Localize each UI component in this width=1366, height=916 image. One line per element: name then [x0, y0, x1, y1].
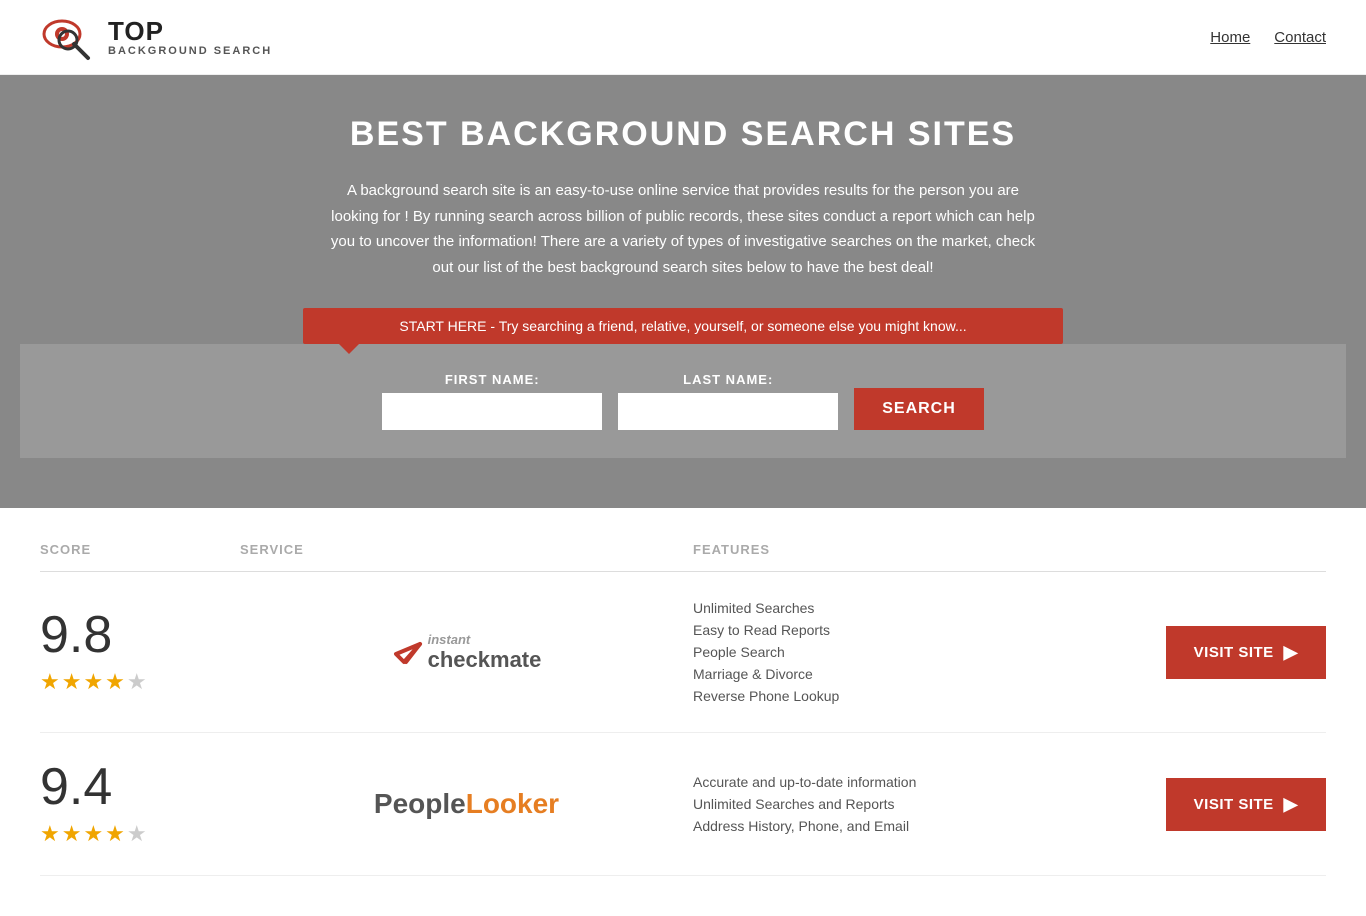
feature-item: Address History, Phone, and Email — [693, 818, 1146, 834]
feature-item: Unlimited Searches — [693, 600, 1146, 616]
nav-contact[interactable]: Contact — [1274, 29, 1326, 46]
nav-home[interactable]: Home — [1210, 29, 1250, 46]
stars-1: ★★★★★ — [40, 669, 149, 695]
checkmate-icon — [392, 636, 424, 668]
visit-col-1: VISIT SITE ▶ — [1146, 626, 1326, 679]
search-form-area: FIRST NAME: LAST NAME: SEARCH — [20, 344, 1346, 458]
site-header: TOP BACKGROUND SEARCH Home Contact — [0, 0, 1366, 75]
logo-top-text: TOP — [108, 17, 272, 46]
feature-item: Reverse Phone Lookup — [693, 688, 1146, 704]
people-text: People — [374, 788, 466, 819]
instant-text: instant — [428, 632, 542, 647]
service-col-1: instant checkmate — [240, 632, 693, 673]
table-row: 9.4 ★★★★★ PeopleLooker Accurate and up-t… — [40, 733, 1326, 876]
feature-item: Marriage & Divorce — [693, 666, 1146, 682]
features-col-1: Unlimited Searches Easy to Read Reports … — [693, 600, 1146, 704]
score-number-2: 9.4 — [40, 761, 112, 813]
feature-item: People Search — [693, 644, 1146, 660]
score-col-2: 9.4 ★★★★★ — [40, 761, 240, 847]
logo-icon — [40, 12, 100, 62]
search-button[interactable]: SEARCH — [854, 388, 984, 430]
visit-site-button-2[interactable]: VISIT SITE ▶ — [1166, 778, 1326, 831]
features-col-2: Accurate and up-to-date information Unli… — [693, 774, 1146, 834]
col-action — [1146, 542, 1326, 557]
last-name-label: LAST NAME: — [618, 372, 838, 387]
service-col-2: PeopleLooker — [240, 788, 693, 820]
visit-label-1: VISIT SITE — [1194, 644, 1274, 661]
logo-text: TOP BACKGROUND SEARCH — [108, 17, 272, 58]
logo: TOP BACKGROUND SEARCH — [40, 12, 272, 62]
peoplelooker-logo: PeopleLooker — [374, 788, 559, 820]
logo-bottom-text: BACKGROUND SEARCH — [108, 45, 272, 57]
stars-2: ★★★★★ — [40, 821, 149, 847]
col-service: SERVICE — [240, 542, 693, 557]
visit-site-button-1[interactable]: VISIT SITE ▶ — [1166, 626, 1326, 679]
score-col-1: 9.8 ★★★★★ — [40, 609, 240, 695]
table-row: 9.8 ★★★★★ instant checkmate — [40, 572, 1326, 733]
feature-item: Unlimited Searches and Reports — [693, 796, 1146, 812]
first-name-group: FIRST NAME: — [382, 372, 602, 430]
results-table: SCORE SERVICE FEATURES 9.8 ★★★★★ instant — [0, 528, 1366, 916]
search-banner: START HERE - Try searching a friend, rel… — [303, 308, 1063, 344]
feature-item: Easy to Read Reports — [693, 622, 1146, 638]
banner-text: START HERE - Try searching a friend, rel… — [399, 318, 966, 334]
checkmate-name: instant checkmate — [428, 632, 542, 673]
checkmate-logo: instant checkmate — [392, 632, 542, 673]
first-name-label: FIRST NAME: — [382, 372, 602, 387]
first-name-input[interactable] — [382, 393, 602, 430]
checkmate-text: checkmate — [428, 647, 542, 672]
looker-text: Looker — [466, 788, 559, 819]
visit-col-2: VISIT SITE ▶ — [1146, 778, 1326, 831]
arrow-icon-1: ▶ — [1284, 642, 1298, 663]
last-name-input[interactable] — [618, 393, 838, 430]
col-features: FEATURES — [693, 542, 1146, 557]
table-header: SCORE SERVICE FEATURES — [40, 528, 1326, 572]
hero-description: A background search site is an easy-to-u… — [323, 178, 1043, 280]
col-score: SCORE — [40, 542, 240, 557]
feature-item: Accurate and up-to-date information — [693, 774, 1146, 790]
last-name-group: LAST NAME: — [618, 372, 838, 430]
hero-section: BEST BACKGROUND SEARCH SITES A backgroun… — [0, 75, 1366, 508]
hero-title: BEST BACKGROUND SEARCH SITES — [20, 115, 1346, 154]
score-number-1: 9.8 — [40, 609, 112, 661]
search-form: FIRST NAME: LAST NAME: SEARCH — [40, 372, 1326, 430]
arrow-icon-2: ▶ — [1284, 794, 1298, 815]
visit-label-2: VISIT SITE — [1194, 796, 1274, 813]
main-nav: Home Contact — [1210, 29, 1326, 46]
